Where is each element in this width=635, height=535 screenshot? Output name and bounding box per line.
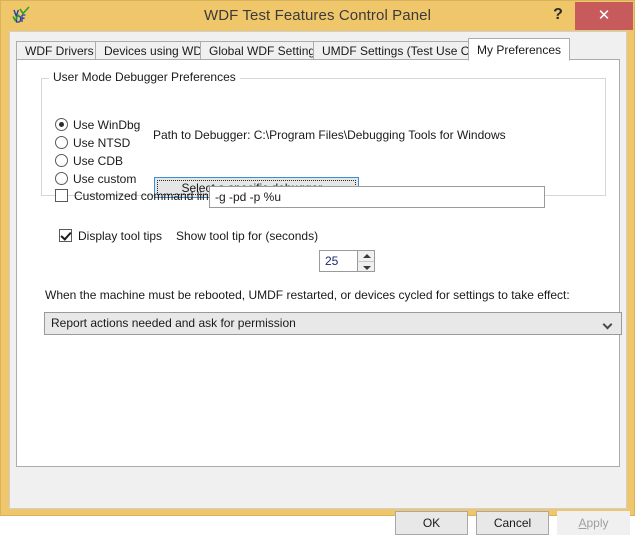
spinner-decrement-button[interactable] — [357, 261, 374, 271]
radio-label-custom: Use custom — [73, 172, 136, 186]
radio-label-cdb: Use CDB — [73, 154, 123, 168]
client-area: WDF Drivers Devices using WDF Global WDF… — [9, 31, 627, 509]
radio-mark-cdb — [55, 154, 68, 167]
checkbox-mark-customized-command-line — [55, 189, 68, 202]
radio-label-ntsd: Use NTSD — [73, 136, 130, 150]
checkbox-label-display-tool-tips: Display tool tips — [78, 229, 162, 243]
tab-global-wdf-settings[interactable]: Global WDF Settings — [200, 41, 330, 60]
title-bar: WDF Test Features Control Panel ? ✕ — [1, 1, 634, 31]
path-to-debugger-label: Path to Debugger: C:\Program Files\Debug… — [153, 128, 506, 142]
checkbox-customized-command-line[interactable]: Customized command line — [55, 188, 215, 205]
combobox-arrow-area[interactable] — [597, 313, 621, 334]
apply-button-label-rest: pply — [587, 516, 609, 530]
checkbox-label-customized-command-line: Customized command line — [74, 189, 215, 203]
radio-mark-windbg — [55, 118, 68, 131]
radio-use-ntsd[interactable]: Use NTSD — [55, 135, 130, 152]
radio-label-windbg: Use WinDbg — [73, 118, 140, 132]
spinner-increment-button[interactable] — [357, 251, 374, 261]
checkbox-mark-display-tool-tips — [59, 229, 72, 242]
tooltip-duration-label: Show tool tip for (seconds) — [176, 229, 318, 243]
chevron-down-icon — [604, 321, 612, 329]
tooltip-duration-value: 25 — [325, 251, 338, 271]
radio-mark-custom — [55, 172, 68, 185]
apply-button: Apply — [557, 511, 630, 535]
tab-wdf-drivers[interactable]: WDF Drivers — [16, 41, 103, 60]
reboot-policy-combobox[interactable]: Report actions needed and ask for permis… — [44, 312, 622, 335]
reboot-policy-label: When the machine must be rebooted, UMDF … — [45, 288, 570, 302]
radio-use-cdb[interactable]: Use CDB — [55, 153, 123, 170]
tooltip-duration-spinner[interactable]: 25 — [319, 250, 375, 272]
ok-button[interactable]: OK — [395, 511, 468, 535]
reboot-policy-selected-value: Report actions needed and ask for permis… — [51, 313, 296, 334]
arrow-down-icon — [363, 266, 371, 270]
radio-mark-ntsd — [55, 136, 68, 149]
command-line-input[interactable] — [209, 186, 545, 208]
application-window: WDF Test Features Control Panel ? ✕ WDF … — [0, 0, 635, 516]
user-mode-debugger-group-label: User Mode Debugger Preferences — [49, 70, 240, 84]
tab-page-my-preferences: User Mode Debugger Preferences Use WinDb… — [16, 59, 620, 467]
spinner-buttons — [357, 251, 374, 271]
arrow-up-icon — [363, 254, 371, 258]
tab-strip: WDF Drivers Devices using WDF Global WDF… — [16, 38, 620, 60]
radio-use-windbg[interactable]: Use WinDbg — [55, 117, 140, 134]
help-button[interactable]: ? — [543, 1, 573, 29]
window-title: WDF Test Features Control Panel — [1, 1, 634, 31]
radio-use-custom[interactable]: Use custom — [55, 171, 136, 188]
cancel-button[interactable]: Cancel — [476, 511, 549, 535]
close-button[interactable]: ✕ — [575, 2, 633, 30]
tab-my-preferences[interactable]: My Preferences — [468, 38, 570, 61]
apply-button-mnemonic: A — [578, 516, 586, 530]
checkbox-display-tool-tips[interactable]: Display tool tips — [59, 228, 162, 245]
